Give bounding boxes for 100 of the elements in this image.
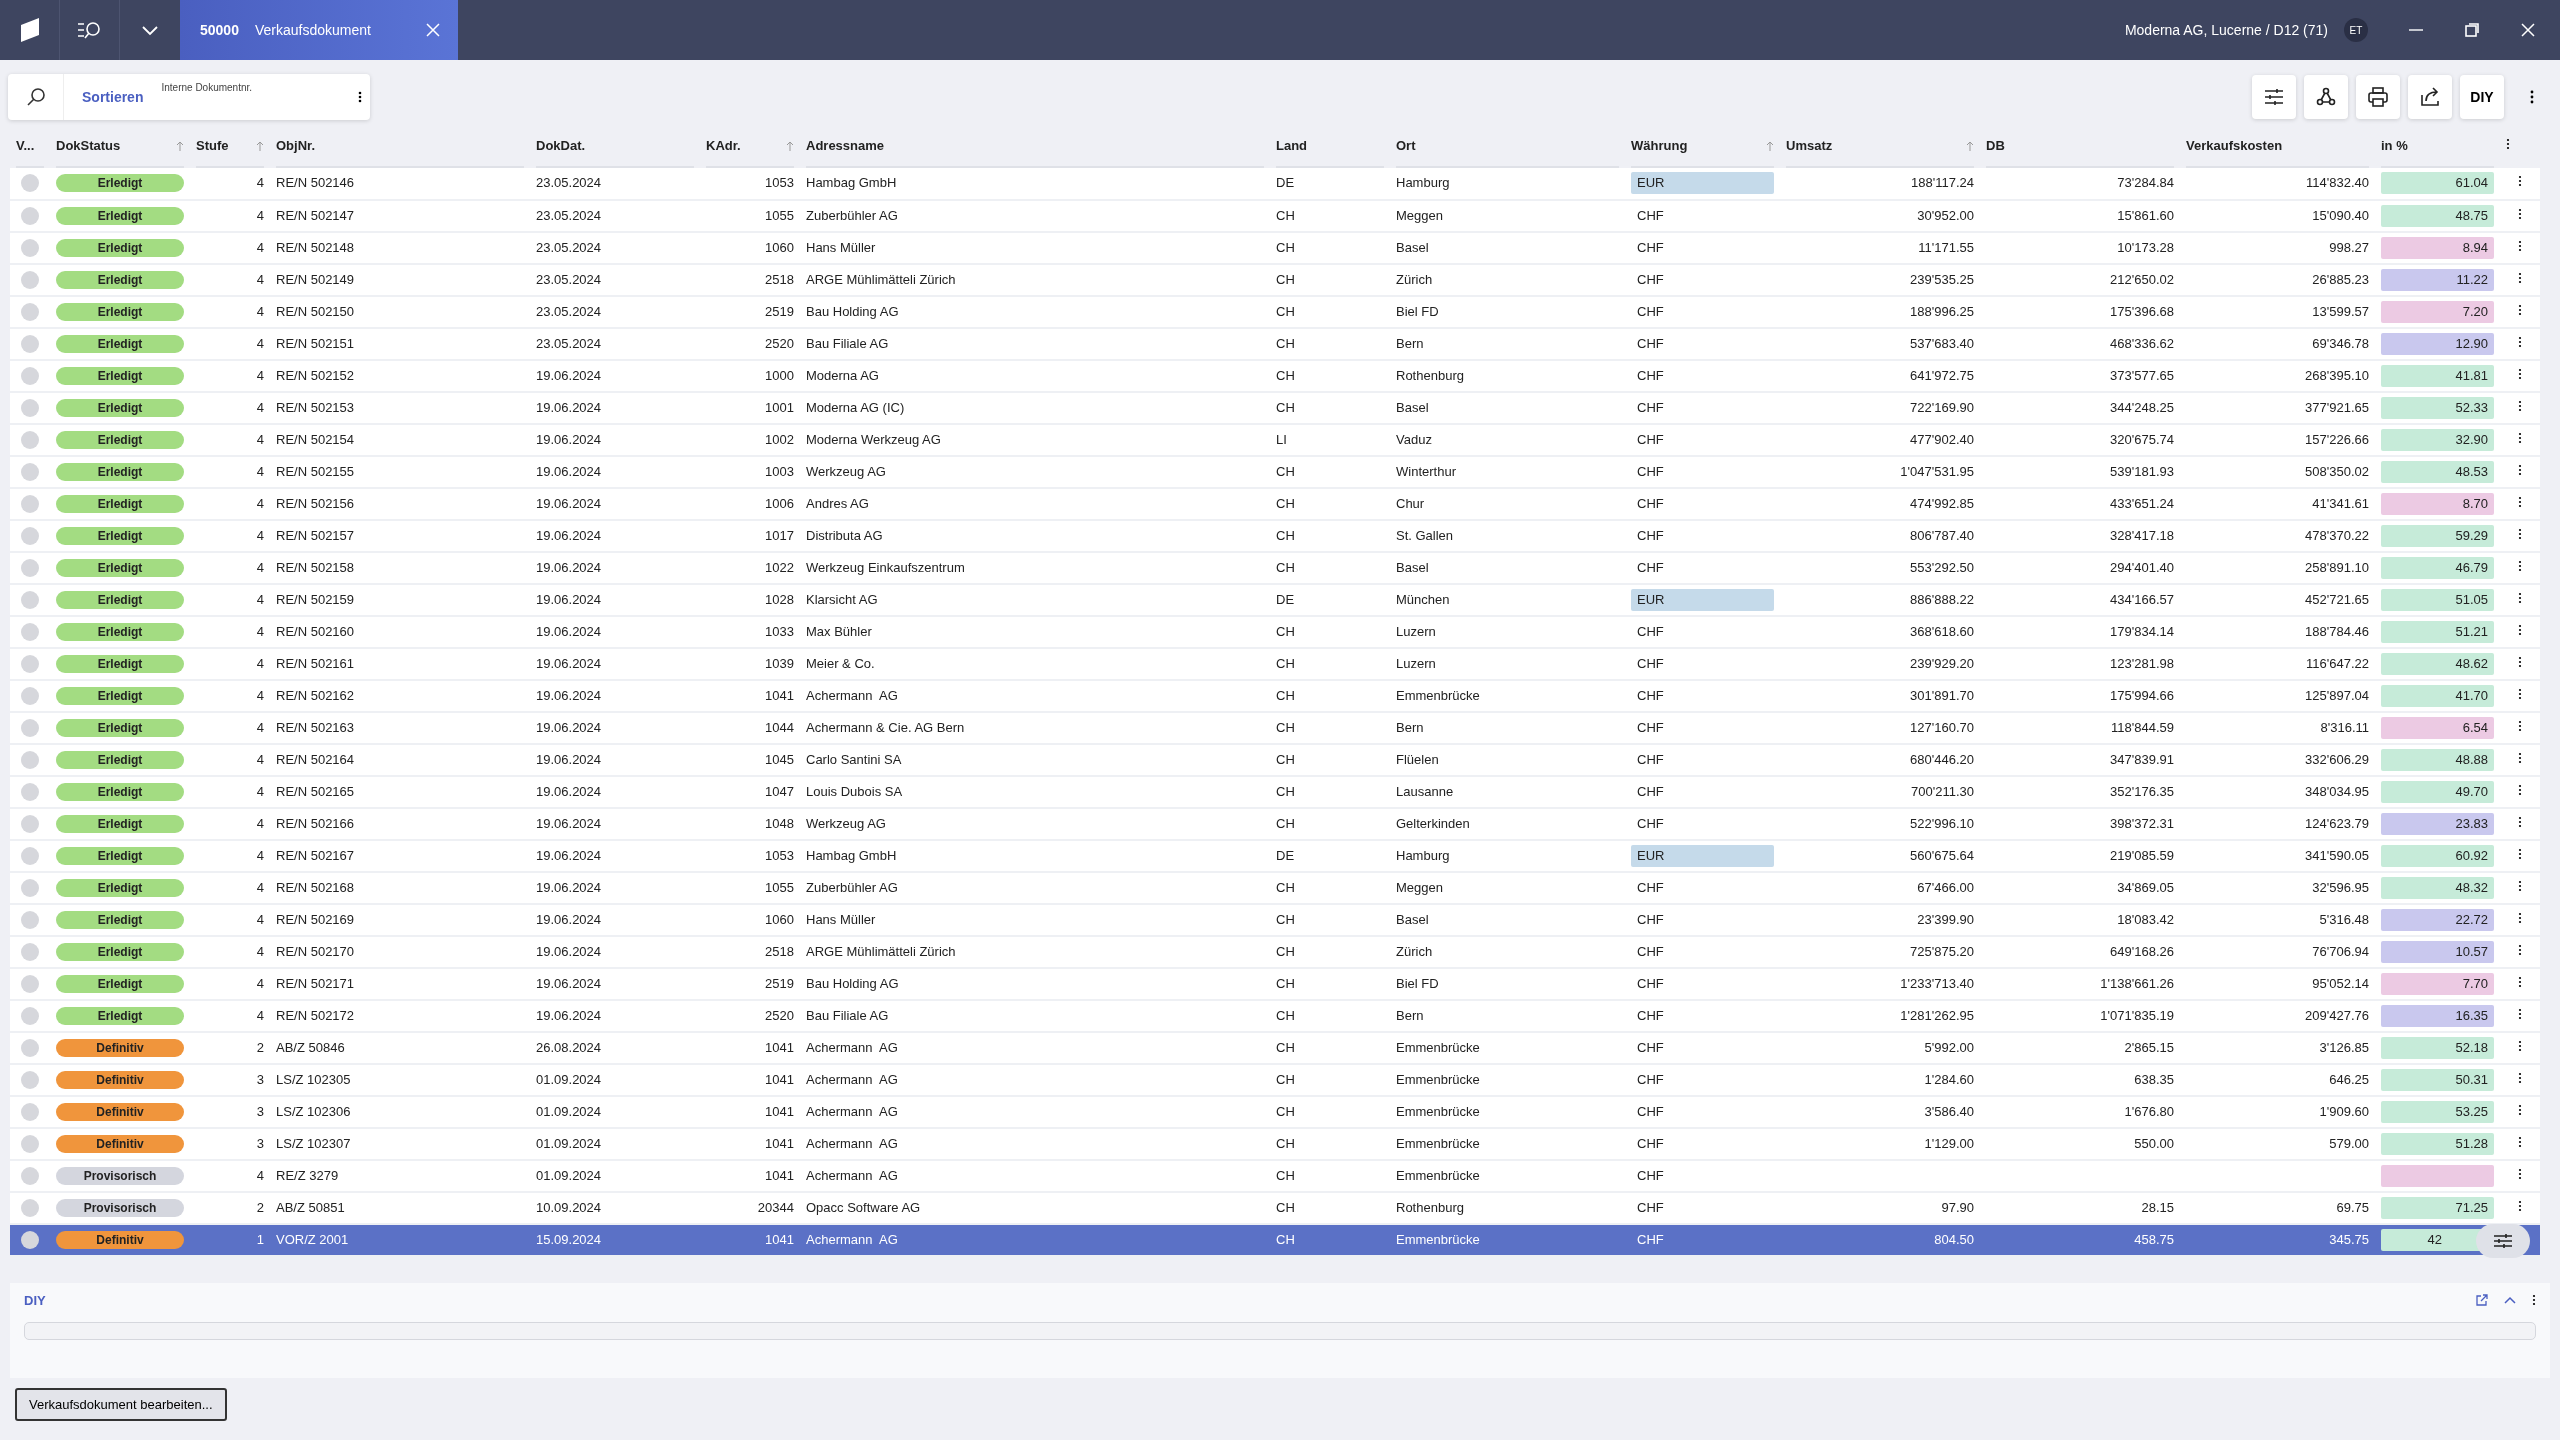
table-cell: 4 (256, 655, 264, 671)
edit-document-button[interactable]: Verkaufsdokument bearbeiten... (15, 1387, 227, 1421)
column-header[interactable]: Land (1276, 136, 1384, 156)
currency-cell-text: CHF (1636, 974, 1665, 993)
table-cell: 1006 (765, 495, 794, 511)
table-cell: Achermann AG (806, 1103, 898, 1119)
row-menu-icon[interactable] (2518, 815, 2522, 828)
table-cell: 434'166.57 (2110, 591, 2174, 607)
row-menu-icon[interactable] (2518, 495, 2522, 508)
row-menu-icon[interactable] (2518, 751, 2522, 764)
table-cell: LS/Z 102307 (276, 1135, 351, 1151)
column-header[interactable]: Währung (1631, 136, 1774, 156)
column-header[interactable]: in % (2381, 136, 2494, 156)
column-header[interactable]: Verkaufskosten (2186, 136, 2369, 156)
row-menu-icon[interactable] (2518, 847, 2522, 860)
column-header[interactable]: V... (16, 136, 44, 156)
table-cell: 19.06.2024 (536, 655, 602, 671)
external-link-icon[interactable] (2476, 1294, 2488, 1307)
print-icon[interactable] (2356, 75, 2400, 119)
row-menu-icon[interactable] (2518, 591, 2522, 604)
table-cell: RE/N 502167 (276, 847, 355, 863)
export-icon[interactable] (2408, 75, 2452, 119)
sort-arrow-icon (1966, 140, 1974, 151)
column-header[interactable]: ObjNr. (276, 136, 524, 156)
row-menu-icon[interactable] (2518, 1199, 2522, 1212)
row-menu-icon[interactable] (2518, 399, 2522, 412)
row-menu-icon[interactable] (2518, 1135, 2522, 1148)
row-menu-icon[interactable] (2518, 335, 2522, 348)
table-cell: 722'169.90 (1910, 399, 1974, 415)
row-menu-icon[interactable] (2518, 911, 2522, 924)
row-menu-icon[interactable] (2518, 1103, 2522, 1116)
row-select-circle[interactable] (21, 1230, 39, 1249)
table-cell: DE (1276, 175, 1295, 191)
filter-settings-icon[interactable] (2252, 75, 2296, 119)
row-menu-icon[interactable] (2518, 655, 2522, 668)
percent-cell: 53.25 (2381, 1100, 2494, 1123)
row-menu-icon[interactable] (2518, 1007, 2522, 1020)
table-cell: 5'316.48 (2319, 911, 2369, 927)
document-tab[interactable]: 50000 Verkaufsdokument (180, 0, 458, 60)
table-cell: LS/Z 102306 (276, 1103, 351, 1119)
percent-cell: 52.18 (2381, 1036, 2494, 1059)
row-menu-icon[interactable] (2518, 367, 2522, 380)
column-header[interactable]: Umsatz (1786, 136, 1974, 156)
column-header[interactable]: Adressname (806, 136, 1264, 156)
column-menu-icon[interactable] (2506, 138, 2510, 150)
column-header[interactable]: Stufe (196, 136, 264, 156)
status-tag: Erledigt (56, 622, 184, 641)
network-icon[interactable] (2304, 75, 2348, 119)
chevron-up-icon[interactable] (2504, 1296, 2516, 1305)
row-menu-icon[interactable] (2518, 271, 2522, 284)
table-cell: Meier & Co. (806, 655, 875, 671)
column-header[interactable]: DB (1986, 136, 2174, 156)
table-cell: 1'129.00 (1924, 1135, 1974, 1151)
row-menu-icon[interactable] (2518, 175, 2522, 188)
column-header[interactable]: Ort (1396, 136, 1619, 156)
row-menu-icon[interactable] (2518, 303, 2522, 316)
row-menu-icon[interactable] (2518, 463, 2522, 476)
row-menu-icon[interactable] (2518, 879, 2522, 892)
row-menu-icon[interactable] (2518, 623, 2522, 636)
row-menu-icon[interactable] (2518, 559, 2522, 572)
table-cell: Achermann AG (806, 1231, 898, 1247)
table-cell: 539'181.93 (2110, 463, 2174, 479)
input-field[interactable] (24, 1322, 2536, 1340)
table-cell: 806'787.40 (1910, 527, 1974, 543)
row-menu-icon[interactable] (2518, 719, 2522, 732)
table-cell: DE (1276, 591, 1295, 607)
row-menu-icon[interactable] (2518, 431, 2522, 444)
column-header[interactable]: KAdr. (706, 136, 794, 156)
column-header[interactable]: DokStatus (56, 136, 184, 156)
table-cell: RE/N 502162 (276, 687, 355, 703)
more-icon[interactable] (2532, 1294, 2536, 1307)
row-menu-icon[interactable] (2518, 783, 2522, 796)
currency-cell-text: CHF (1636, 622, 1665, 641)
currency-cell-text: CHF (1636, 1166, 1665, 1185)
diy-button[interactable]: DIY (2460, 75, 2504, 119)
row-menu-icon[interactable] (2518, 207, 2522, 220)
row-menu-icon[interactable] (2518, 943, 2522, 956)
row-menu-icon[interactable] (2518, 1039, 2522, 1052)
table-cell: 3 (256, 1103, 264, 1119)
close-tab-icon[interactable] (426, 23, 440, 37)
column-header[interactable]: DokDat. (536, 136, 694, 156)
currency-cell-text: CHF (1636, 878, 1665, 897)
table-cell: 118'844.59 (2111, 719, 2174, 735)
table-cell: Werkzeug Einkaufszentrum (806, 559, 965, 575)
row-menu-icon[interactable] (2518, 527, 2522, 540)
row-menu-icon[interactable] (2518, 975, 2522, 988)
table-cell: Achermann AG (806, 1039, 898, 1055)
table-cell: 19.06.2024 (536, 399, 602, 415)
row-menu-icon[interactable] (2518, 687, 2522, 700)
row-menu-icon[interactable] (2518, 1071, 2522, 1084)
row-menu-icon[interactable] (2518, 1167, 2522, 1180)
table-cell: 1002 (765, 431, 794, 447)
sort-tab[interactable]: Sortieren (64, 74, 162, 120)
table-cell: 19.06.2024 (536, 751, 602, 767)
table-cell: Basel (1396, 911, 1429, 927)
table-cell: CH (1276, 943, 1295, 959)
user-avatar[interactable]: ET (2344, 18, 2368, 42)
table-cell: 258'891.10 (2305, 559, 2369, 575)
row-menu-icon[interactable] (2518, 239, 2522, 252)
table-cell: 345.75 (2329, 1231, 2369, 1247)
